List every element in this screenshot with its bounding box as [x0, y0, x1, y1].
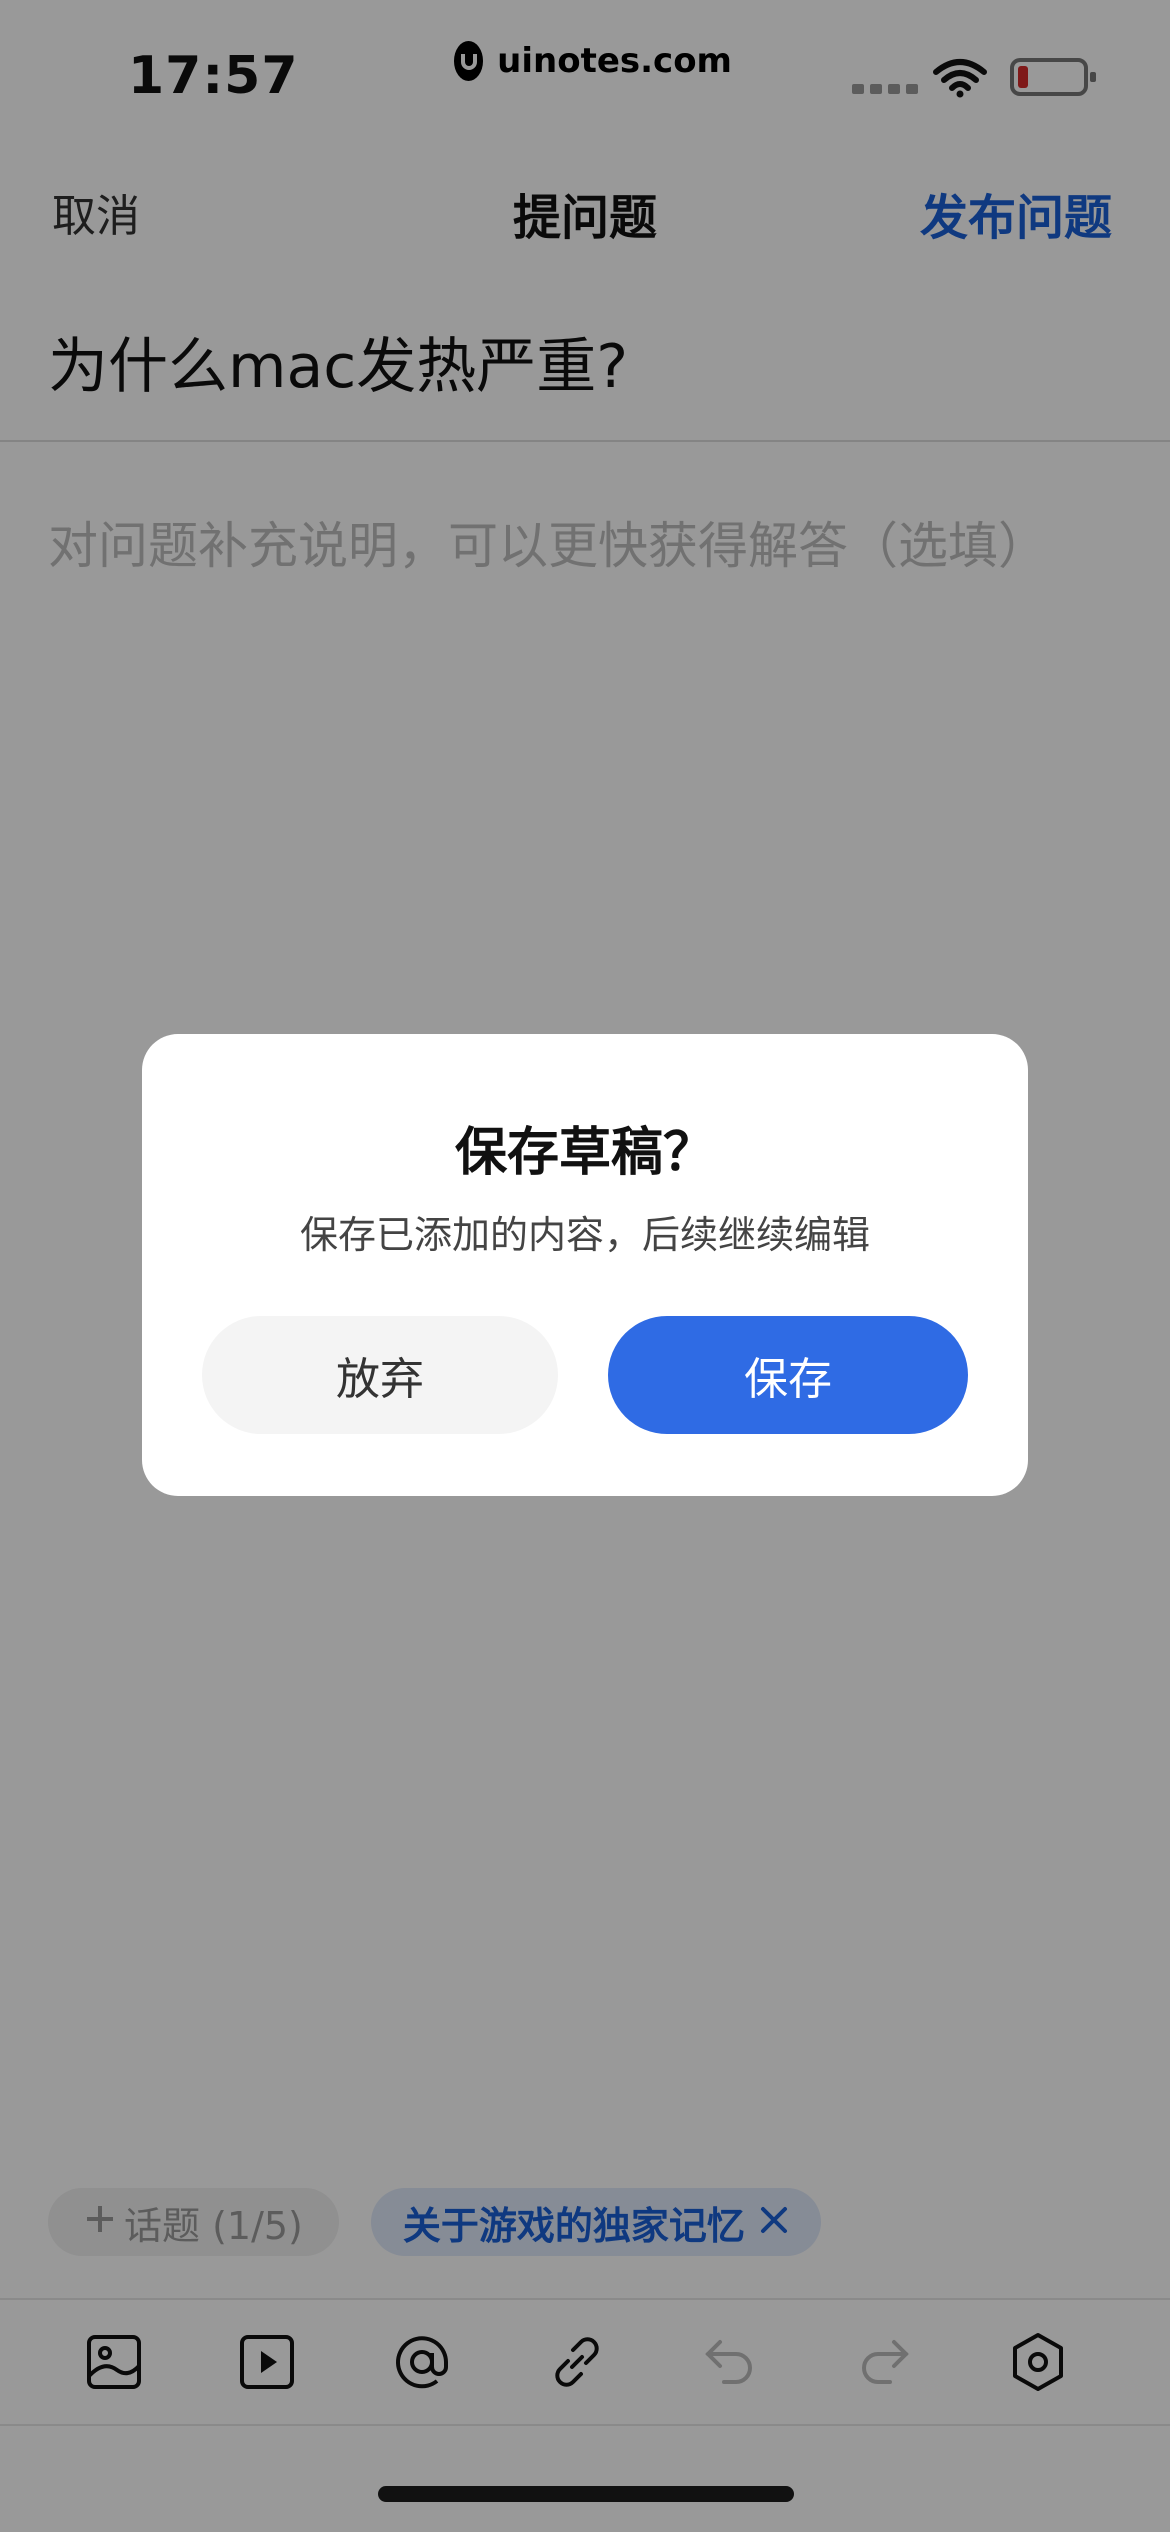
dialog-title: 保存草稿？ [454, 1123, 715, 1183]
dialog-message: 保存已添加的内容，后续继续编辑 [299, 1213, 870, 1257]
home-indicator[interactable] [378, 2486, 794, 2502]
discard-button[interactable]: 放弃 [202, 1316, 558, 1434]
save-button[interactable]: 保存 [608, 1316, 968, 1434]
save-draft-dialog: 保存草稿？ 保存已添加的内容，后续继续编辑 放弃 保存 [142, 1034, 1028, 1496]
